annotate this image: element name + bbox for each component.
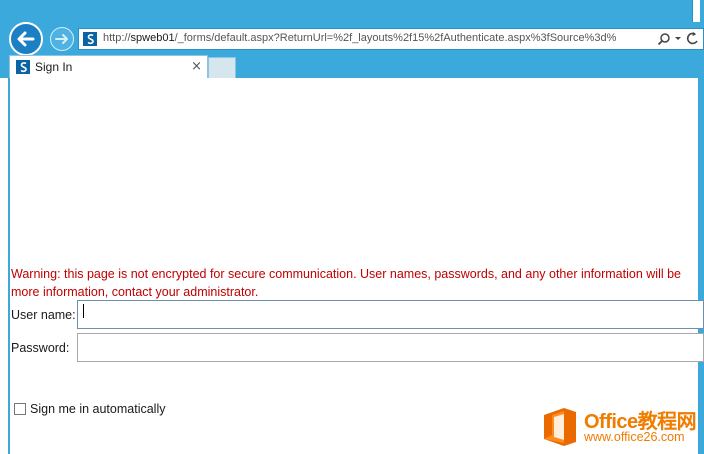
page-frame-left bbox=[8, 78, 10, 454]
warning-line: Warning: this page is not encrypted for … bbox=[11, 267, 681, 281]
forward-button[interactable] bbox=[50, 27, 74, 51]
remember-me-checkbox[interactable] bbox=[14, 403, 26, 415]
refresh-icon[interactable] bbox=[686, 32, 698, 45]
password-input[interactable] bbox=[77, 333, 704, 362]
window-edge bbox=[692, 0, 700, 22]
chevron-down-icon[interactable] bbox=[675, 37, 681, 40]
browser-toolbar: http://spweb01/_forms/default.aspx?Retur… bbox=[0, 0, 704, 78]
username-label: User name: bbox=[11, 308, 76, 322]
username-input[interactable] bbox=[77, 300, 704, 329]
search-icon[interactable] bbox=[657, 33, 670, 46]
sharepoint-icon bbox=[83, 32, 97, 46]
forward-arrow-icon bbox=[55, 34, 68, 44]
tab-title: Sign In bbox=[35, 60, 73, 74]
new-tab-button[interactable] bbox=[208, 57, 236, 78]
sharepoint-icon bbox=[16, 60, 30, 74]
warning-line: more information, contact your administr… bbox=[11, 285, 259, 299]
watermark: Office教程网 www.office26.com bbox=[538, 402, 704, 454]
text-caret bbox=[83, 304, 84, 318]
tab-sign-in[interactable]: Sign In × bbox=[9, 55, 208, 78]
back-arrow-icon bbox=[17, 31, 35, 47]
address-bar[interactable]: http://spweb01/_forms/default.aspx?Retur… bbox=[78, 28, 704, 50]
office-logo-icon bbox=[544, 408, 576, 446]
back-button[interactable] bbox=[9, 22, 43, 56]
address-bar-tools bbox=[655, 29, 703, 49]
watermark-url: www.office26.com bbox=[584, 430, 685, 444]
url-text[interactable]: http://spweb01/_forms/default.aspx?Retur… bbox=[103, 32, 616, 44]
remember-me-label[interactable]: Sign me in automatically bbox=[30, 402, 165, 416]
close-icon[interactable]: × bbox=[191, 59, 202, 74]
security-warning: Warning: this page is not encrypted for … bbox=[11, 265, 701, 301]
password-label: Password: bbox=[11, 341, 70, 355]
